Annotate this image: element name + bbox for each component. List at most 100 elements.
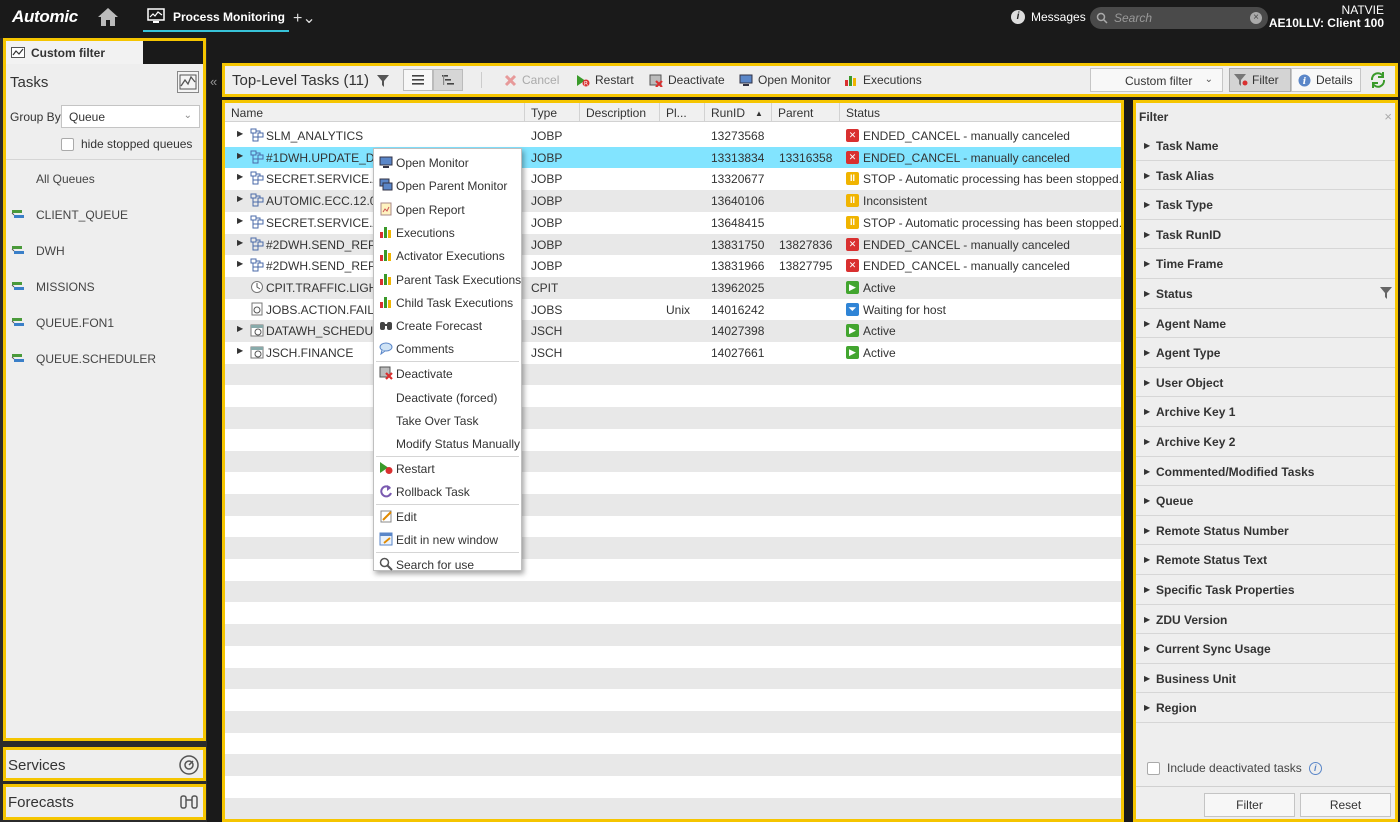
expand-row-icon[interactable]: ▶	[237, 324, 243, 333]
user-info[interactable]: NATVIE AE10LLV: Client 100	[1269, 4, 1384, 30]
queue-item[interactable]: All Queues	[6, 167, 203, 191]
executions-button[interactable]: Executions	[844, 73, 922, 87]
custom-filter-tab[interactable]: Custom filter	[6, 41, 143, 64]
open-monitor-button[interactable]: Open Monitor	[739, 73, 831, 87]
context-menu-item[interactable]: Activator Executions	[374, 244, 521, 266]
context-menu-item[interactable]: Open Monitor	[374, 151, 521, 173]
include-deactivated-option[interactable]: Include deactivated tasks i	[1147, 761, 1322, 775]
hide-stopped-checkbox[interactable]	[61, 137, 74, 151]
restart-button[interactable]: R Restart	[576, 73, 634, 87]
column-header-runid[interactable]: RunID ▲	[705, 103, 772, 122]
search-input[interactable]	[1114, 11, 1250, 25]
tree-view-button[interactable]	[433, 69, 463, 91]
collapse-left-panel-icon[interactable]: «	[210, 74, 217, 89]
column-header-parent[interactable]: Parent	[772, 103, 840, 122]
context-menu-item[interactable]: Parent Task Executions	[374, 268, 521, 290]
queue-item[interactable]: QUEUE.FON1	[6, 311, 203, 335]
filter-icon[interactable]	[377, 75, 389, 87]
context-menu-item[interactable]: Deactivate (forced)	[374, 386, 521, 408]
filter-item[interactable]: ▶ Business Unit	[1136, 664, 1395, 694]
reset-filter-button[interactable]: Reset	[1300, 793, 1391, 817]
close-icon[interactable]: ×	[1384, 109, 1392, 124]
filter-item[interactable]: ▶ Region	[1136, 693, 1395, 723]
info-icon[interactable]: i	[1308, 761, 1322, 775]
expand-row-icon[interactable]: ▶	[237, 151, 243, 160]
filter-toggle-button[interactable]: Filter	[1229, 68, 1291, 92]
expand-row-icon[interactable]: ▶	[237, 259, 243, 268]
filter-item[interactable]: ▶ Status	[1136, 279, 1395, 309]
queue-item[interactable]: MISSIONS	[6, 275, 203, 299]
column-header-description[interactable]: Description	[580, 103, 660, 122]
forecasts-panel[interactable]: Forecasts	[3, 784, 206, 820]
column-header-status[interactable]: Status	[840, 103, 1121, 122]
context-menu-item[interactable]: Create Forecast	[374, 314, 521, 336]
queue-item[interactable]: CLIENT_QUEUE	[6, 203, 203, 227]
filter-item[interactable]: ▶ Remote Status Number	[1136, 516, 1395, 546]
table-row[interactable]: ▶ #2DWH.SEND_REPO JOBP 13831750 13827836 ✕ END…	[225, 233, 1121, 256]
context-menu-item[interactable]: Open Report	[374, 198, 521, 220]
table-row[interactable]: ▶ #2DWH.SEND_REPO JOBP 13831966 13827795 ✕ END…	[225, 255, 1121, 277]
column-header-platform[interactable]: Pl...	[660, 103, 705, 122]
filter-item[interactable]: ▶ User Object	[1136, 368, 1395, 398]
filter-item[interactable]: ▶ Time Frame	[1136, 249, 1395, 279]
details-button[interactable]: i Details	[1291, 68, 1361, 92]
context-menu-item[interactable]: Search for use	[374, 553, 521, 575]
column-header-type[interactable]: Type	[525, 103, 580, 122]
table-row[interactable]: ▶ SECRET.SERVICE.AC JOBP 13320677 II STOP - A…	[225, 168, 1121, 190]
filter-item[interactable]: ▶ Task RunID	[1136, 220, 1395, 250]
context-menu-item[interactable]: Comments	[374, 337, 521, 359]
table-row[interactable]: ▶ DATAWH_SCHEDULE JSCH 14027398 ▶ Active	[225, 320, 1121, 342]
context-menu-item[interactable]: Restart	[374, 457, 521, 479]
context-menu-item[interactable]: Modify Status Manually	[374, 432, 521, 454]
table-row[interactable]: JOBS.ACTION.FAIL JOBS Unix 14016242 ⏷ Waiting…	[225, 299, 1121, 321]
filter-item[interactable]: ▶ Task Type	[1136, 190, 1395, 220]
column-header-name[interactable]: Name	[225, 103, 525, 122]
custom-filter-select[interactable]: Custom filter ⌄	[1090, 68, 1223, 92]
include-deactivated-checkbox[interactable]	[1147, 761, 1160, 775]
context-menu-item[interactable]: Open Parent Monitor	[374, 174, 521, 196]
table-row[interactable]: ▶ SECRET.SERVICE.AC JOBP 13648415 II STOP - A…	[225, 212, 1121, 234]
filter-item[interactable]: ▶ Archive Key 2	[1136, 427, 1395, 457]
context-menu-item[interactable]: Rollback Task	[374, 480, 521, 502]
context-menu-item[interactable]: Child Task Executions	[374, 291, 521, 313]
expand-row-icon[interactable]: ▶	[237, 172, 243, 181]
expand-row-icon[interactable]: ▶	[237, 346, 243, 355]
context-menu-item[interactable]: Deactivate	[374, 362, 521, 384]
queue-item[interactable]: DWH	[6, 239, 203, 263]
filter-item[interactable]: ▶ Remote Status Text	[1136, 545, 1395, 575]
expand-row-icon[interactable]: ▶	[237, 194, 243, 203]
add-tab-button[interactable]: +⌄	[293, 8, 316, 28]
group-by-select[interactable]: Queue ⌄	[61, 105, 200, 128]
filter-item[interactable]: ▶ Archive Key 1	[1136, 397, 1395, 427]
home-button[interactable]	[96, 6, 120, 28]
table-row[interactable]: ▶ #1DWH.UPDATE_DAT JOBP 13313834 13316358 ✕ EN…	[225, 146, 1121, 169]
clear-search-icon[interactable]: ×	[1250, 12, 1262, 24]
filter-item[interactable]: ▶ ZDU Version	[1136, 605, 1395, 635]
table-row[interactable]: ▶ JSCH.FINANCE JSCH 14027661 ▶ Active	[225, 342, 1121, 364]
filter-item[interactable]: ▶ Commented/Modified Tasks	[1136, 457, 1395, 487]
list-view-button[interactable]	[403, 69, 433, 91]
expand-row-icon[interactable]: ▶	[237, 238, 243, 247]
expand-row-icon[interactable]: ▶	[237, 129, 243, 138]
refresh-icon[interactable]	[1369, 71, 1387, 89]
table-row[interactable]: ▶ SLM_ANALYTICS JOBP 13273568 ✕ ENDED_CANCEL …	[225, 125, 1121, 147]
filter-item[interactable]: ▶ Agent Type	[1136, 338, 1395, 368]
tab-process-monitoring[interactable]: Process Monitoring	[143, 6, 290, 32]
filter-item[interactable]: ▶ Queue	[1136, 486, 1395, 516]
hide-stopped-queues-option[interactable]: hide stopped queues	[61, 137, 192, 151]
context-menu-item[interactable]: Edit in new window	[374, 528, 521, 550]
filter-item[interactable]: ▶ Task Name	[1136, 131, 1395, 161]
context-menu-item[interactable]: Edit	[374, 505, 521, 527]
filter-item[interactable]: ▶ Current Sync Usage	[1136, 634, 1395, 664]
apply-filter-button[interactable]: Filter	[1204, 793, 1295, 817]
table-row[interactable]: CPIT.TRAFFIC.LIGHTS CPIT 13962025 ▶ Active	[225, 276, 1121, 299]
filter-item[interactable]: ▶ Agent Name	[1136, 309, 1395, 339]
messages-button[interactable]: i Messages	[1011, 10, 1086, 24]
cancel-button[interactable]: Cancel	[504, 73, 559, 87]
context-menu-item[interactable]: Take Over Task	[374, 409, 521, 431]
table-row[interactable]: ▶ AUTOMIC.ECC.12.0.0 JOBP 13640106 II Inconsi…	[225, 190, 1121, 212]
queue-item[interactable]: QUEUE.SCHEDULER	[6, 347, 203, 371]
expand-row-icon[interactable]: ▶	[237, 216, 243, 225]
deactivate-button[interactable]: Deactivate	[649, 73, 725, 87]
tasks-chart-button[interactable]	[177, 71, 199, 93]
